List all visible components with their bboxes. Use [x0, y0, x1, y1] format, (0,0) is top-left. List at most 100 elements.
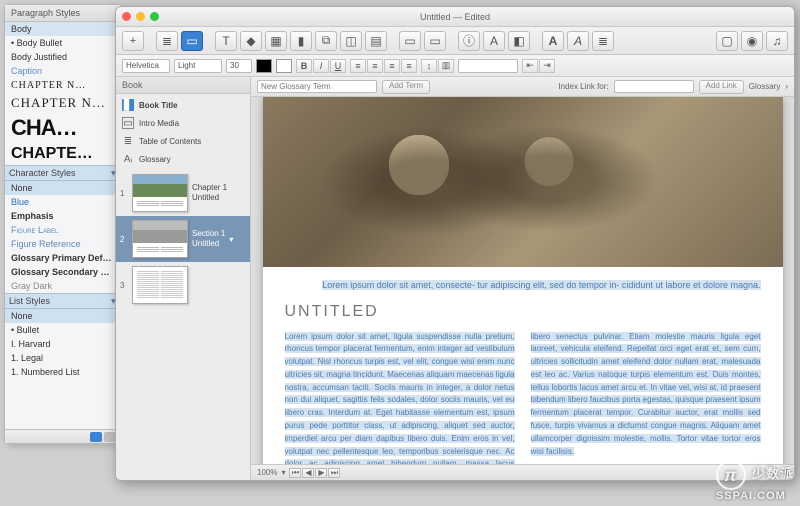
watermark: π 少数派 SSPAI.COM — [716, 460, 794, 502]
book-title-item[interactable]: ▋Book Title — [116, 96, 250, 114]
document-page[interactable]: Lorem ipsum dolor sit amet, consecte- tu… — [263, 97, 783, 464]
widgets-button[interactable]: ⧉ — [315, 31, 337, 51]
footer-button-1[interactable] — [90, 432, 102, 442]
new-glossary-term-input[interactable] — [257, 80, 377, 93]
preview-button[interactable]: ▢ — [716, 31, 738, 51]
style-chapter-4[interactable]: CHAPTE… — [5, 143, 120, 165]
body-columns[interactable]: Lorem ipsum dolor sit amet, ligula suspe… — [263, 331, 783, 465]
style-body[interactable]: Body — [5, 22, 120, 36]
page-title[interactable]: UNTITLED — [263, 299, 783, 331]
add-link-button[interactable]: Add Link — [699, 80, 744, 94]
style-body-bullet[interactable]: Body Bullet — [5, 36, 120, 50]
bigfont-button[interactable]: A — [542, 31, 564, 51]
shapes-button[interactable]: ◆ — [240, 31, 262, 51]
add-term-button[interactable]: Add Term — [382, 80, 430, 94]
thumb-chapter-1[interactable]: 1 Chapter 1Untitled — [116, 170, 250, 216]
media-button[interactable]: ♫ — [766, 31, 788, 51]
liststyle-numbered[interactable]: 1. Numbered List — [5, 365, 120, 379]
thumb-page-3[interactable]: 3 — [116, 262, 250, 308]
book-header: Book — [116, 77, 250, 94]
style-chapter-2[interactable]: CHAPTER NU… — [5, 93, 120, 113]
thumb-section-1[interactable]: 2 Section 1Untitled ▾ — [116, 216, 250, 262]
view-pages-button[interactable]: ▭ — [181, 31, 203, 51]
chevron-right-icon[interactable]: › — [785, 82, 788, 91]
columns-button[interactable]: ▥ — [438, 59, 454, 73]
style-chapter-1[interactable]: CHAPTER N… — [5, 78, 120, 93]
charstyle-none[interactable]: None — [5, 181, 120, 195]
colors-button[interactable]: ◧ — [508, 31, 530, 51]
font-size-select[interactable]: 30 — [226, 59, 252, 73]
canvas[interactable]: Lorem ipsum dolor sit amet, consecte- tu… — [251, 97, 794, 464]
liststyle-none[interactable]: None — [5, 309, 120, 323]
column-2[interactable]: libero senectus pulvinar. Etiam molestie… — [531, 331, 761, 465]
index-link-input[interactable] — [614, 80, 694, 93]
next-page-button[interactable]: ▶ — [315, 468, 327, 478]
liststyle-legal[interactable]: 1. Legal — [5, 351, 120, 365]
back-button[interactable]: ▭ — [424, 31, 446, 51]
charstyle-figure-label[interactable]: Figure Label — [5, 223, 120, 237]
table-button[interactable]: ▦ — [265, 31, 287, 51]
style-chapter-3[interactable]: CHA… — [5, 113, 120, 143]
view-outline-button[interactable]: ≣ — [156, 31, 178, 51]
zoom-level[interactable]: 100% — [257, 468, 277, 477]
charts-button[interactable]: ▮ — [290, 31, 312, 51]
charstyle-gray-dark[interactable]: Gray Dark — [5, 279, 120, 293]
close-icon[interactable] — [122, 12, 131, 21]
intro-media-item[interactable]: ▭Intro Media — [116, 114, 250, 132]
charstyle-figure-ref[interactable]: Figure Reference — [5, 237, 120, 251]
spacing-button[interactable]: ↕ — [421, 59, 437, 73]
bigA-icon: A — [549, 34, 558, 48]
column-1[interactable]: Lorem ipsum dolor sit amet, ligula suspe… — [285, 331, 515, 465]
zoom-chevron-icon[interactable]: ▾ — [281, 468, 285, 477]
fonts-button[interactable]: A — [483, 31, 505, 51]
style-caption[interactable]: Caption — [5, 64, 120, 78]
list-button[interactable]: ≣ — [592, 31, 614, 51]
italic-button[interactable]: I — [313, 59, 329, 73]
zoom-icon[interactable] — [150, 12, 159, 21]
thumb-num: 1 — [120, 189, 128, 198]
liststyle-harvard[interactable]: I. Harvard — [5, 337, 120, 351]
inspector-button[interactable]: ⓘ — [458, 31, 480, 51]
first-page-button[interactable]: ⏮ — [289, 468, 301, 478]
charstyle-blue[interactable]: Blue — [5, 195, 120, 209]
textbox-button[interactable]: T — [215, 31, 237, 51]
font-family-select[interactable]: Helvetica — [122, 59, 170, 73]
style-picker[interactable] — [458, 59, 518, 73]
hero-image[interactable] — [263, 97, 783, 267]
charstyle-glossary-secondary[interactable]: Glossary Secondary … — [5, 265, 120, 279]
minimize-icon[interactable] — [136, 12, 145, 21]
align-right-button[interactable]: ≡ — [384, 59, 400, 73]
indent-button[interactable]: ⇥ — [539, 59, 555, 73]
align-center-button[interactable]: ≡ — [367, 59, 383, 73]
glossary-item[interactable]: AᵢGlossary — [116, 150, 250, 168]
thumb-page — [132, 220, 188, 258]
intro-text[interactable]: Lorem ipsum dolor sit amet, consecte- tu… — [263, 267, 783, 299]
last-page-button[interactable]: ⏭ — [328, 468, 340, 478]
style-body-justified[interactable]: Body Justified — [5, 50, 120, 64]
styles-panel: Paragraph Styles Body Body Bullet Body J… — [4, 4, 121, 444]
styles-button[interactable]: A — [567, 31, 589, 51]
align-justify-button[interactable]: ≡ — [401, 59, 417, 73]
charstyle-glossary-primary[interactable]: Glossary Primary Def… — [5, 251, 120, 265]
main-window: Untitled — Edited + ≣ ▭ T ◆ ▦ ▮ ⧉ ◫ ▤ ▭ … — [115, 6, 795, 481]
toc-item[interactable]: ≣Table of Contents — [116, 132, 250, 150]
glossary-link[interactable]: Glossary — [749, 82, 781, 91]
outdent-button[interactable]: ⇤ — [522, 59, 538, 73]
add-pages-button[interactable]: + — [122, 31, 144, 51]
glossary-label: Glossary — [139, 155, 171, 164]
prev-page-button[interactable]: ◀ — [302, 468, 314, 478]
charstyle-emphasis[interactable]: Emphasis — [5, 209, 120, 223]
publish-button[interactable]: ◉ — [741, 31, 763, 51]
front-button[interactable]: ▭ — [399, 31, 421, 51]
font-weight-select[interactable]: Light — [174, 59, 222, 73]
chevron-down-icon[interactable]: ▾ — [229, 235, 233, 244]
titlebar[interactable]: Untitled — Edited — [116, 7, 794, 27]
liststyle-bullet[interactable]: Bullet — [5, 323, 120, 337]
bold-button[interactable]: B — [296, 59, 312, 73]
text-color-swatch[interactable] — [256, 59, 272, 73]
align-left-button[interactable]: ≡ — [350, 59, 366, 73]
html-button[interactable]: ▤ — [365, 31, 387, 51]
3d-button[interactable]: ◫ — [340, 31, 362, 51]
bg-color-swatch[interactable] — [276, 59, 292, 73]
underline-button[interactable]: U — [330, 59, 346, 73]
